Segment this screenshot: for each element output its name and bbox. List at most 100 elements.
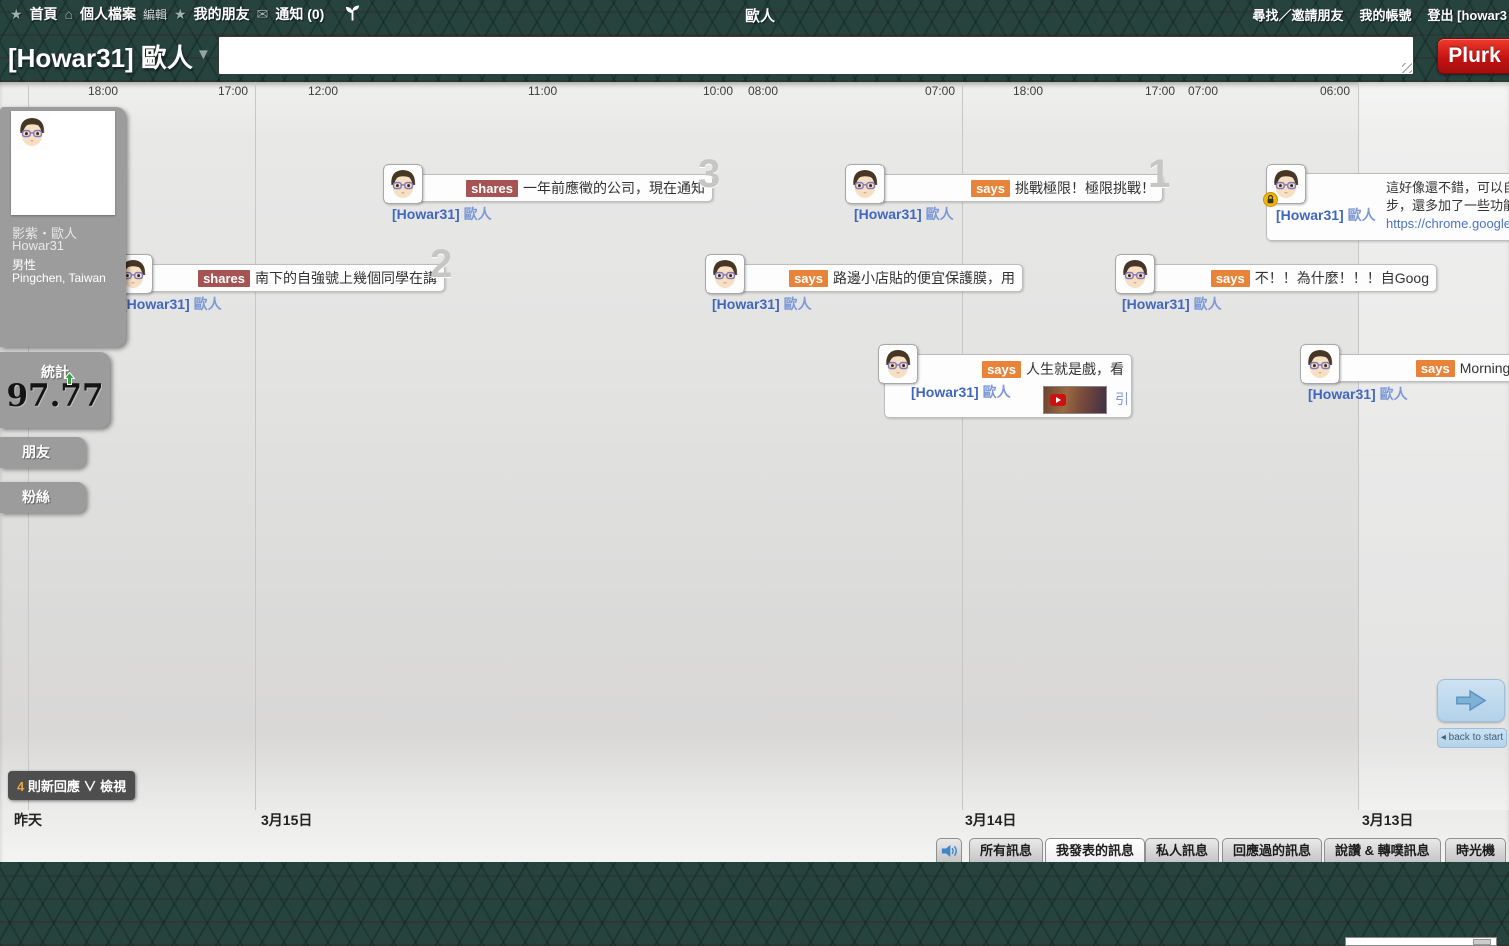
chevron-down-icon: ∨ (84, 779, 97, 794)
new-responses-badge[interactable]: 4 則新回應 ∨ 檢視 (8, 771, 135, 800)
fans-button[interactable]: 粉絲 (0, 482, 86, 513)
back-to-start-button[interactable]: ◂ back to start (1437, 728, 1507, 748)
day-label: 3月13日 (1362, 810, 1413, 830)
header: ★ 首頁 ⌂ 個人檔案 編輯 ★ 我的朋友 ✉ 通知 (0) 歐人 尋找／邀請朋… (0, 0, 1509, 82)
plurk-bubble[interactable]: says Morning, t (1330, 354, 1509, 382)
response-count: 2 (430, 244, 452, 284)
resize-handle[interactable] (1402, 63, 1412, 73)
nav-home[interactable]: 首頁 (30, 4, 58, 24)
karma-box: 統計 97.77 (0, 352, 110, 428)
user-avatar[interactable] (878, 344, 918, 384)
page-title: 歐人 (745, 5, 775, 26)
bottom-toolbar-partial (1345, 937, 1497, 946)
nav-notifications[interactable]: 通知 (0) (275, 4, 324, 24)
new-responses-label: 則新回應 (28, 779, 80, 794)
qualifier-badge: says (1211, 270, 1250, 287)
plurk-link[interactable]: https://chrome.google (1386, 215, 1506, 233)
profile-location: Pingchen, Taiwan (12, 271, 106, 285)
profile-avatar[interactable] (11, 111, 115, 215)
avatar-image (707, 256, 743, 292)
plurk-bubble[interactable]: shares 一年前應徵的公司，現在通知 (413, 174, 713, 202)
plurk-username[interactable]: [Howar31] 歐人 (712, 294, 812, 314)
time-label: 17:00 (1145, 84, 1175, 98)
star-icon: ★ (10, 7, 23, 21)
time-label: 07:00 (925, 84, 955, 98)
speaker-icon (941, 844, 958, 858)
plurk-text: Morning, t (1460, 360, 1509, 376)
new-responses-view: 檢視 (100, 779, 126, 794)
time-label: 07:00 (1188, 84, 1218, 98)
plurk-username[interactable]: [Howar31] 歐人 (911, 382, 1011, 402)
profile-username: Howar31 (12, 238, 64, 253)
nav-profile-edit[interactable]: 編輯 (143, 6, 167, 23)
nav-logout[interactable]: 登出 [howar3 (1428, 5, 1507, 24)
time-label: 12:00 (308, 84, 338, 98)
plurk-username[interactable]: [Howar31] 歐人 (1122, 294, 1222, 314)
plurk-bubble[interactable]: says 挑戰極限！極限挑戰！ (875, 174, 1163, 202)
tab-liked-replurked[interactable]: 說讚 & 轉噗訊息 (1324, 838, 1441, 862)
plurk-username[interactable]: [Howar31] 歐人 (122, 294, 222, 314)
chevron-down-icon[interactable]: ▼ (196, 46, 211, 63)
user-avatar[interactable] (1300, 344, 1340, 384)
qualifier-badge: shares (466, 180, 518, 197)
avatar-image (1302, 346, 1338, 382)
friends-button[interactable]: 朋友 (0, 437, 86, 468)
time-label: 08:00 (748, 84, 778, 98)
plurk-username[interactable]: [Howar31] 歐人 (854, 204, 954, 224)
plurk-submit-button[interactable]: Plurk (1437, 38, 1509, 74)
plurk-bubble[interactable]: says 路邊小店貼的便宜保護膜，用 (735, 264, 1023, 292)
plurk-username[interactable]: [Howar31] 歐人 (1276, 205, 1376, 225)
plurk-text: 路邊小店貼的便宜保護膜，用 (833, 268, 1015, 288)
time-label: 10:00 (703, 84, 733, 98)
top-nav: ★ 首頁 ⌂ 個人檔案 編輯 ★ 我的朋友 ✉ 通知 (0) 歐人 尋找／邀請朋… (0, 0, 1509, 28)
time-label: 06:00 (1320, 84, 1350, 98)
nav-find-invite-friends[interactable]: 尋找／邀請朋友 (1253, 5, 1344, 24)
bottom-toolbar-button[interactable] (1473, 939, 1491, 945)
nav-my-account[interactable]: 我的帳號 (1360, 5, 1412, 24)
plurk-input[interactable] (218, 36, 1414, 75)
day-label: 3月15日 (261, 810, 312, 830)
plurk-text: 挑戰極限！極限挑戰！ (1015, 178, 1155, 198)
tab-all-plurks[interactable]: 所有訊息 (969, 838, 1043, 862)
user-avatar[interactable] (1115, 254, 1155, 294)
user-avatar[interactable] (1266, 164, 1306, 204)
timeline-canvas[interactable]: 18:00 17:00 12:00 11:00 10:00 08:00 07:0… (0, 82, 1509, 862)
day-label: 昨天 (14, 810, 42, 830)
plurk-username[interactable]: [Howar31] 歐人 (1308, 384, 1408, 404)
response-count: 1 (1148, 154, 1170, 194)
plurk-bubble[interactable]: says 不！！為什麼！！！自Goog (1145, 264, 1437, 292)
plurk-text: 步，還多加了一些功能 (1386, 197, 1506, 215)
plurk-text: 人生就是戲，看 (1026, 359, 1124, 379)
tab-time-machine[interactable]: 時光機 (1445, 838, 1506, 862)
time-label: 18:00 (1013, 84, 1043, 98)
plurk-text: 不！！為什麼！！！自Goog (1255, 268, 1429, 288)
plurk-username[interactable]: [Howar31] 歐人 (392, 204, 492, 224)
qualifier-badge: says (1416, 360, 1455, 377)
jump-to-newest-button[interactable] (1437, 679, 1505, 722)
plurk-text: 南下的自強號上幾個同學在講 (255, 268, 437, 288)
youtube-thumbnail[interactable] (1043, 386, 1107, 414)
plurk-bubble[interactable]: shares 南下的自強號上幾個同學在講 (143, 264, 445, 292)
response-count: 3 (698, 154, 720, 194)
avatar-image (14, 114, 50, 150)
user-avatar[interactable] (383, 164, 423, 204)
user-avatar[interactable] (845, 164, 885, 204)
user-avatar[interactable] (705, 254, 745, 294)
composer-user-label[interactable]: [Howar31] 歐人 (8, 38, 193, 75)
tab-my-plurks[interactable]: 我發表的訊息 (1045, 838, 1145, 862)
day-label: 3月14日 (965, 810, 1016, 830)
new-responses-count: 4 (17, 779, 24, 794)
avatar-image (847, 166, 883, 202)
time-label: 17:00 (218, 84, 248, 98)
tab-responded-plurks[interactable]: 回應過的訊息 (1222, 838, 1322, 862)
nav-my-friends[interactable]: 我的朋友 (194, 4, 250, 24)
play-icon (1050, 394, 1066, 406)
tab-private-plurks[interactable]: 私人訊息 (1145, 838, 1219, 862)
plurk-text: 引 (1115, 389, 1129, 409)
qualifier-badge: says (982, 361, 1021, 378)
nav-profile[interactable]: 個人檔案 (80, 4, 136, 24)
avatar-image (385, 166, 421, 202)
star-icon: ★ (174, 7, 187, 21)
avatar-image (1117, 256, 1153, 292)
sound-toggle-button[interactable] (936, 838, 962, 862)
